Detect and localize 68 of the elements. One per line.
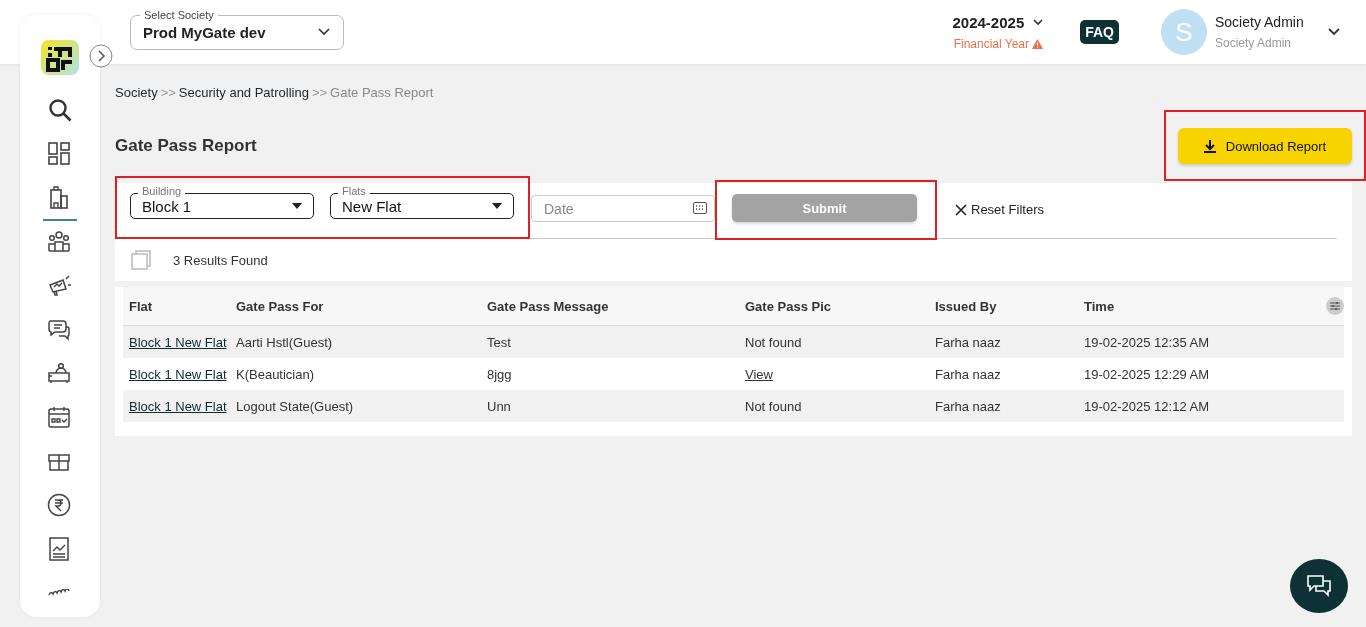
flats-select[interactable]: Flats New Flat — [330, 185, 514, 219]
breadcrumb-separator: >> — [311, 85, 328, 100]
calendar-icon — [47, 405, 73, 431]
dropdown-caret-icon — [292, 203, 302, 209]
download-report-button[interactable]: Download Report — [1178, 128, 1352, 164]
table-cell: 19-02-2025 12:12 AM — [1084, 398, 1210, 414]
search-icon — [47, 97, 73, 123]
warning-icon — [1032, 38, 1044, 49]
dashboard-icon — [47, 141, 73, 167]
dropdown-caret-icon — [492, 203, 502, 209]
column-header: Gate Pass Pic — [745, 298, 832, 314]
table-cell: 19-02-2025 12:29 AM — [1084, 366, 1210, 382]
chevron-down-icon[interactable] — [1327, 27, 1341, 37]
table-cell: Farha naaz — [935, 398, 1001, 414]
date-field[interactable]: Date — [531, 195, 715, 222]
selected-society: Prod MyGate dev — [143, 23, 266, 41]
rupee-icon — [47, 493, 73, 519]
table-cell: Unn — [487, 398, 511, 414]
table-cell: 19-02-2025 12:35 AM — [1084, 334, 1210, 350]
user-name: Society Admin — [1215, 14, 1305, 30]
flat-link[interactable]: Block 1 New Flat — [129, 334, 227, 350]
select-value: New Flat — [342, 197, 402, 215]
breadcrumb-current: Gate Pass Report — [330, 85, 434, 100]
flat-link[interactable]: Block 1 New Flat — [129, 366, 227, 382]
expand-sidebar-icon[interactable] — [89, 44, 113, 68]
breadcrumb-link[interactable]: Society — [115, 85, 158, 100]
column-header: Time — [1084, 298, 1116, 314]
breadcrumb-separator: >> — [160, 85, 176, 100]
people-icon — [47, 229, 73, 255]
table-cell: 8jgg — [487, 366, 512, 382]
table-cell: Logout State(Guest) — [236, 398, 354, 414]
financial-year-label: Financial Year — [953, 36, 1030, 51]
chevron-down-icon[interactable] — [1032, 18, 1045, 26]
page-title: Gate Pass Report — [115, 135, 257, 156]
building-select[interactable]: Building Block 1 — [130, 185, 314, 219]
select-value: Block 1 — [142, 197, 192, 215]
chat-icon — [1305, 573, 1333, 599]
breadcrumb-link[interactable]: Security and Patrolling — [178, 85, 309, 100]
column-header: Flat — [129, 298, 154, 314]
user-role: Society Admin — [1215, 36, 1293, 50]
table-cell: Aarti Hstl(Guest) — [236, 334, 333, 350]
reset-filters-button[interactable]: Reset Filters — [955, 202, 1044, 217]
field-label: Flats — [338, 185, 370, 198]
close-icon — [955, 203, 967, 216]
table-cell: Test — [487, 334, 511, 350]
chat-icon — [47, 317, 73, 343]
flat-link[interactable]: Block 1 New Flat — [129, 398, 227, 414]
view-link[interactable]: View — [745, 366, 773, 382]
chevron-down-icon — [317, 27, 331, 37]
table-cell: Not found — [745, 334, 802, 350]
column-header: Gate Pass For — [236, 298, 325, 314]
select-label: Select Society — [140, 8, 218, 21]
column-header: Issued By — [935, 298, 998, 314]
faq-button[interactable]: FAQ — [1080, 20, 1119, 44]
logo-icon[interactable] — [41, 40, 79, 75]
calendar-icon — [693, 202, 707, 214]
chat-button[interactable] — [1290, 559, 1348, 613]
year-select[interactable]: 2024-2025 — [952, 13, 1025, 31]
results-count: 3 Results Found — [173, 252, 268, 268]
column-settings-icon[interactable] — [1326, 297, 1344, 315]
table-cell: Farha naaz — [935, 366, 1001, 382]
column-header: Gate Pass Message — [487, 298, 610, 314]
table-cell: Farha naaz — [935, 334, 1001, 350]
table-cell: K(Beautician) — [236, 366, 315, 382]
download-icon — [1203, 139, 1216, 153]
field-label: Building — [138, 185, 186, 198]
megaphone-icon — [47, 273, 73, 299]
table-cell: Not found — [745, 398, 802, 414]
